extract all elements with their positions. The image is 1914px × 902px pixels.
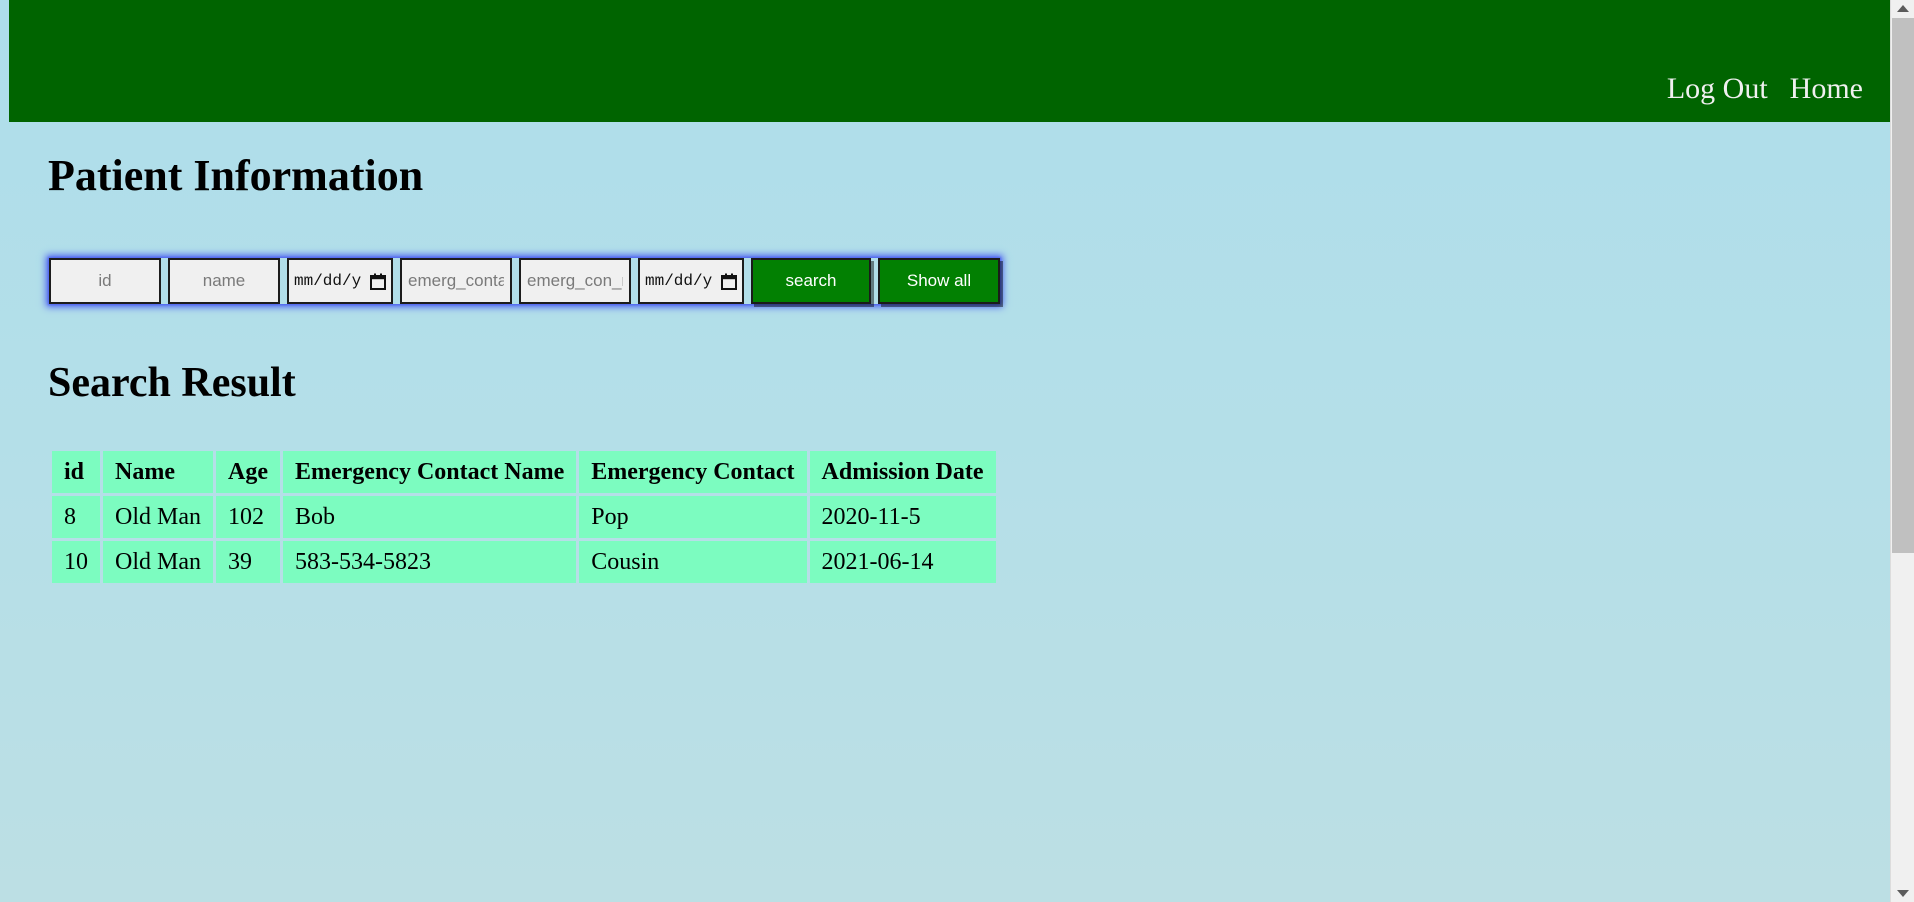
search-result-title: Search Result: [48, 360, 296, 406]
calendar-icon[interactable]: [721, 273, 737, 290]
table-row: 10 Old Man 39 583-534-5823 Cousin 2021-0…: [52, 541, 996, 583]
emerg-con-name-input[interactable]: [519, 258, 631, 304]
cell-name: Old Man: [103, 541, 213, 583]
cell-age: 102: [216, 496, 280, 538]
chevron-down-icon: [1897, 890, 1909, 897]
cell-emergency-contact-name: 583-534-5823: [282, 541, 577, 583]
cell-admission-date: 2020-11-5: [809, 496, 996, 538]
page-root: Log Out Home Patient Information mm/dd/y…: [0, 0, 1890, 902]
second-date-placeholder: mm/dd/y: [645, 272, 713, 290]
column-header-emergency-contact: Emergency Contact: [579, 451, 807, 493]
search-results-table: id Name Age Emergency Contact Name Emerg…: [49, 448, 999, 586]
table-row: 8 Old Man 102 Bob Pop 2020-11-5: [52, 496, 996, 538]
cell-admission-date: 2021-06-14: [809, 541, 996, 583]
page-scrollbar[interactable]: [1890, 0, 1914, 902]
column-header-admission-date: Admission Date: [809, 451, 996, 493]
second-date-input[interactable]: mm/dd/y: [638, 258, 744, 304]
column-header-id: id: [52, 451, 100, 493]
scrollbar-thumb[interactable]: [1892, 18, 1914, 553]
emerg-contact-input[interactable]: [400, 258, 512, 304]
site-header: Log Out Home: [9, 0, 1890, 122]
column-header-emergency-contact-name: Emergency Contact Name: [282, 451, 577, 493]
admission-date-input[interactable]: mm/dd/y: [287, 258, 393, 304]
scroll-up-button[interactable]: [1891, 0, 1914, 17]
id-input[interactable]: [49, 258, 161, 304]
nav-home[interactable]: Home: [1790, 74, 1863, 104]
cell-emergency-contact: Cousin: [579, 541, 807, 583]
primary-nav: Log Out Home: [1667, 74, 1863, 104]
nav-log-out[interactable]: Log Out: [1667, 74, 1768, 104]
cell-emergency-contact: Pop: [579, 496, 807, 538]
cell-id: 10: [52, 541, 100, 583]
cell-emergency-contact-name: Bob: [282, 496, 577, 538]
search-button[interactable]: search: [751, 258, 871, 304]
column-header-name: Name: [103, 451, 213, 493]
table-header-row: id Name Age Emergency Contact Name Emerg…: [52, 451, 996, 493]
page-title: Patient Information: [48, 151, 424, 200]
patient-search-form: mm/dd/y mm/dd/y search Show all: [49, 258, 1000, 304]
calendar-icon[interactable]: [370, 273, 386, 290]
show-all-button[interactable]: Show all: [878, 258, 1000, 304]
chevron-up-icon: [1897, 5, 1909, 12]
name-input[interactable]: [168, 258, 280, 304]
column-header-age: Age: [216, 451, 280, 493]
cell-age: 39: [216, 541, 280, 583]
admission-date-placeholder: mm/dd/y: [294, 272, 362, 290]
cell-id: 8: [52, 496, 100, 538]
scroll-down-button[interactable]: [1891, 885, 1914, 902]
cell-name: Old Man: [103, 496, 213, 538]
